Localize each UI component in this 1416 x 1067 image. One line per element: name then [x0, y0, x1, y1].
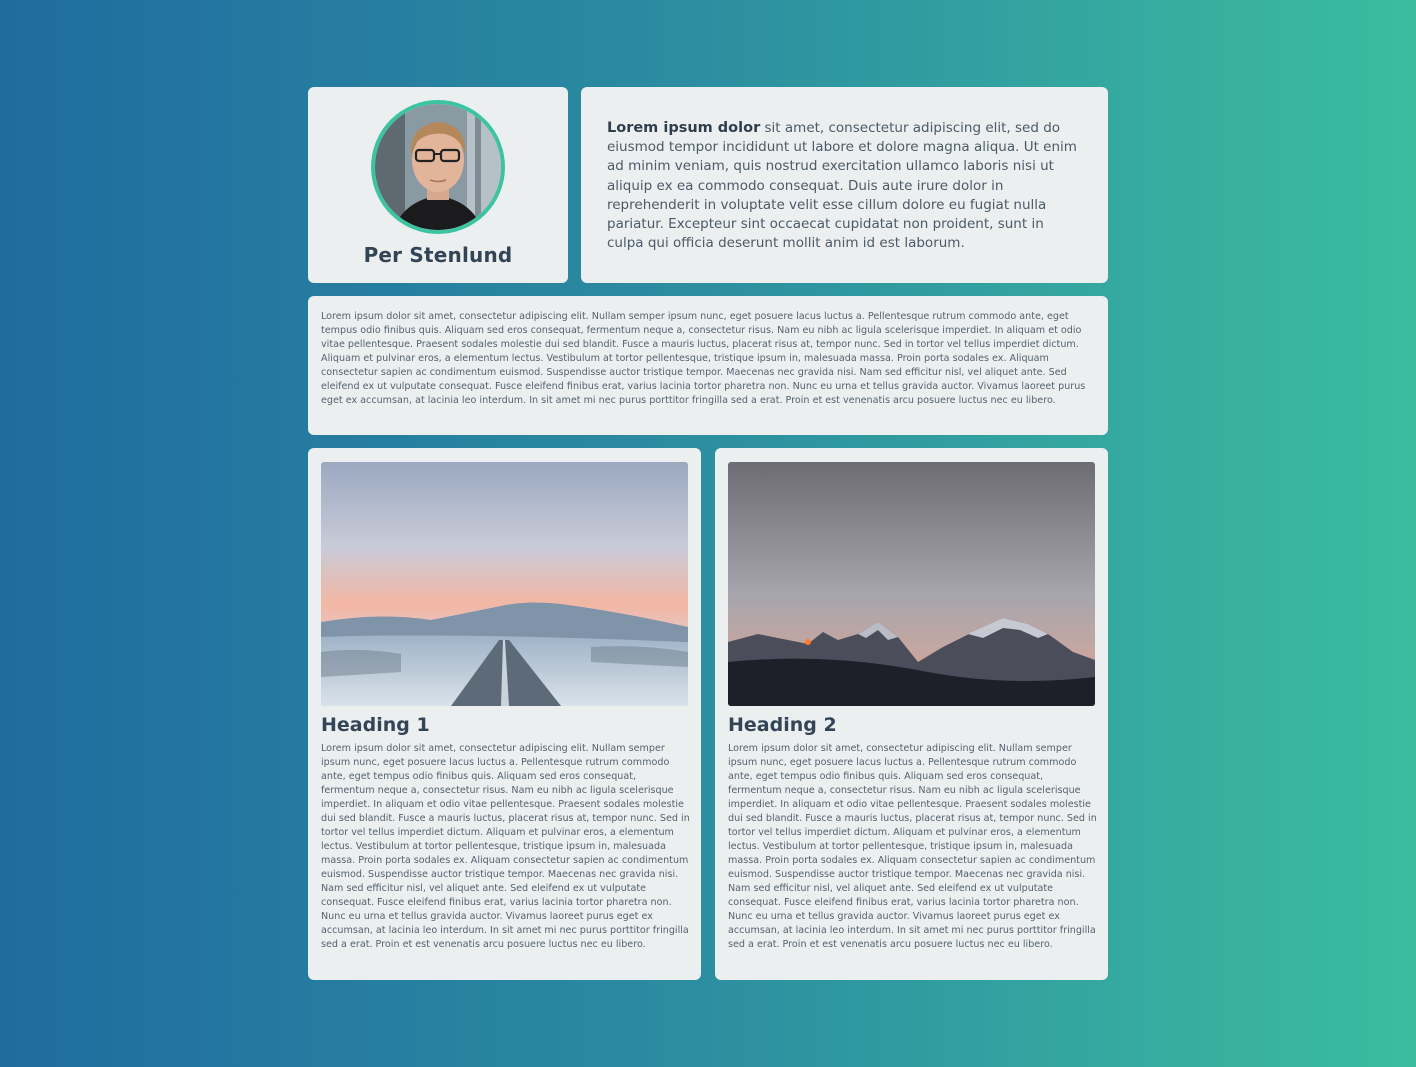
article-text-1: Lorem ipsum dolor sit amet, consectetur …: [321, 743, 690, 950]
paragraph-text: Lorem ipsum dolor sit amet, consectetur …: [321, 311, 1086, 406]
profile-name: Per Stenlund: [363, 243, 513, 267]
intro-lead: Lorem ipsum dolor: [607, 120, 761, 136]
avatar-photo: [375, 104, 501, 230]
article-image-snowy-road: [321, 462, 688, 706]
article-text-2: Lorem ipsum dolor sit amet, consectetur …: [728, 743, 1097, 950]
avatar: [371, 100, 505, 234]
intro-body: sit amet, consectetur adipiscing elit, s…: [607, 120, 1077, 252]
intro-text: Lorem ipsum dolor sit amet, consectetur …: [607, 119, 1077, 253]
article-image-mountains: [728, 462, 1095, 706]
article-heading-2: Heading 2: [728, 714, 837, 736]
article-heading-1: Heading 1: [321, 714, 430, 736]
